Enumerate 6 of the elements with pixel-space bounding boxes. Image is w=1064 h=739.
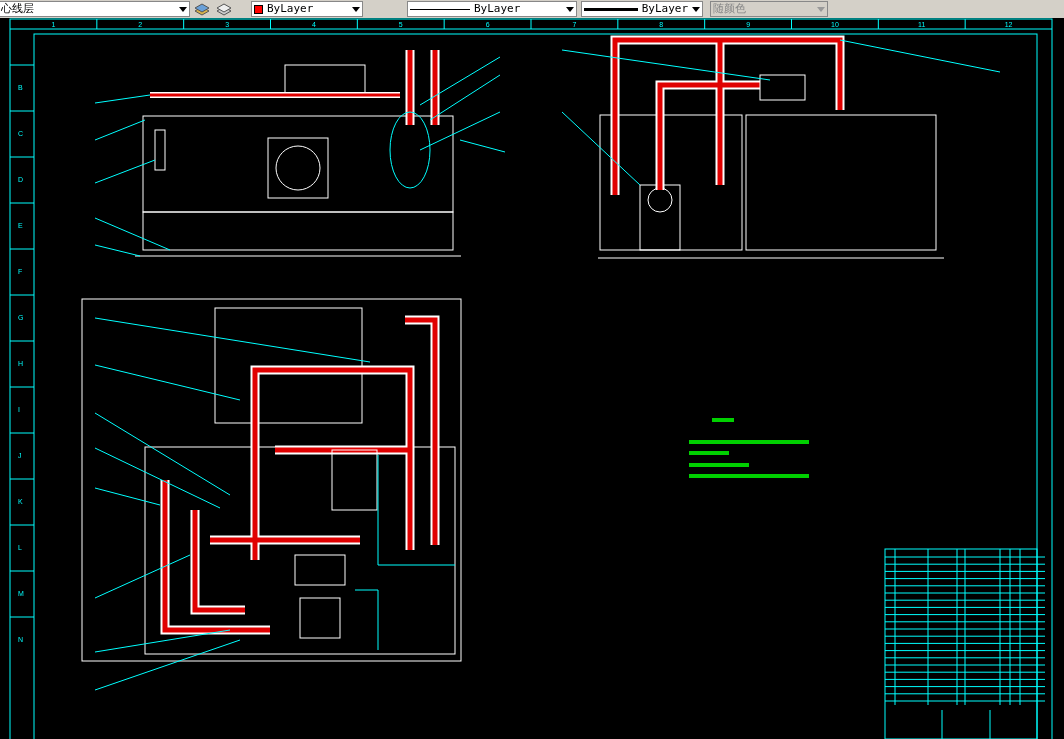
dropdown-field[interactable]: ByLayer [251,1,363,17]
dropdown-field[interactable]: ByLayer [407,1,577,17]
layers-icon[interactable] [215,2,233,16]
dropdown-field[interactable]: 心线层 [0,1,190,17]
layers-icon[interactable] [193,2,211,16]
dropdown-field[interactable]: ByLayer [581,1,703,17]
